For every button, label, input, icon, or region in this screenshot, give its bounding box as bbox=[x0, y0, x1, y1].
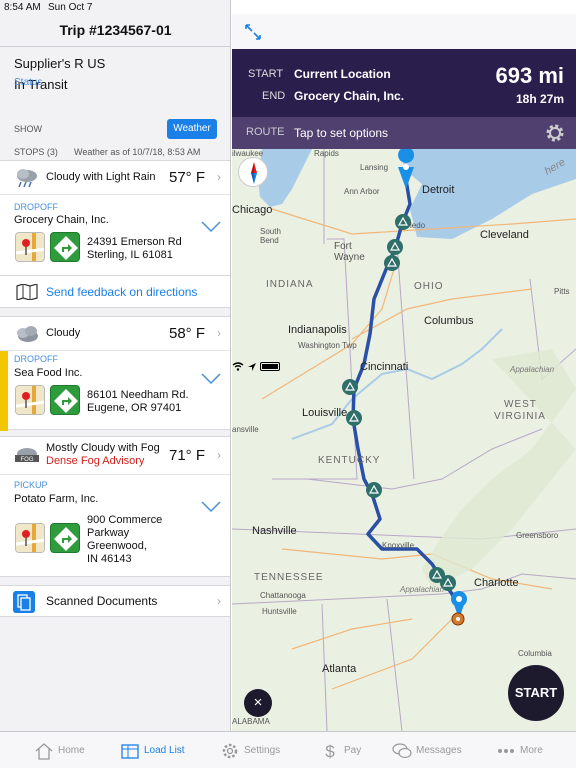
location-icon bbox=[248, 362, 256, 371]
feedback-row[interactable]: Send feedback on directions bbox=[0, 276, 230, 308]
weather-temp: 57° F bbox=[168, 169, 205, 186]
tab-bar: Home Load List Settings $ Pay Messages M… bbox=[0, 731, 576, 768]
weather-description: Cloudy with Light Rain bbox=[46, 171, 156, 183]
status-label: Status bbox=[14, 77, 43, 88]
weather-row[interactable]: FOG Mostly Cloudy with Fog Dense Fog Adv… bbox=[0, 437, 230, 475]
tab-home[interactable]: Home bbox=[34, 732, 85, 768]
load-list-icon bbox=[121, 743, 139, 759]
weather-row[interactable]: Cloudy with Light Rain 57° F › bbox=[0, 161, 230, 195]
stops-label: STOPS (3) bbox=[14, 147, 58, 157]
status-icons bbox=[232, 1, 576, 732]
stop-type: DROPOFF bbox=[14, 354, 58, 364]
tab-load-list[interactable]: Load List bbox=[120, 732, 185, 768]
chevron-right-icon: › bbox=[217, 170, 221, 184]
send-feedback-link[interactable]: Send feedback on directions bbox=[46, 285, 197, 299]
dollar-icon: $ bbox=[325, 742, 335, 761]
weather-description: Cloudy bbox=[46, 327, 81, 339]
status-time: 8:54 AM bbox=[4, 2, 41, 13]
stop-type: PICKUP bbox=[14, 480, 48, 490]
status-date: Sun Oct 7 bbox=[48, 2, 93, 13]
weather-temp: 58° F bbox=[168, 325, 205, 342]
trip-panel: Trip #1234567-01 Supplier's R US Status I… bbox=[0, 0, 231, 731]
documents-icon bbox=[13, 591, 35, 613]
weather-description: Mostly Cloudy with Fog Dense Fog Advisor… bbox=[46, 442, 160, 467]
svg-text:FOG: FOG bbox=[21, 457, 34, 463]
home-icon bbox=[35, 742, 53, 760]
chevron-down-icon[interactable] bbox=[201, 501, 221, 513]
scanned-documents-label: Scanned Documents bbox=[46, 594, 158, 608]
stop-address: 900 Commerce Parkway Greenwood, IN 46143 bbox=[87, 514, 163, 565]
stop-address: 86101 Needham Rd. Eugene, OR 97401 bbox=[87, 389, 189, 414]
tab-more[interactable]: More bbox=[496, 732, 543, 768]
maps-app-icon[interactable] bbox=[15, 523, 45, 553]
stop-name: Sea Food Inc. bbox=[14, 367, 83, 379]
weather-temp: 71° F bbox=[168, 447, 205, 464]
messages-icon bbox=[392, 742, 412, 758]
tab-messages[interactable]: Messages bbox=[392, 732, 462, 768]
chevron-down-icon[interactable] bbox=[201, 373, 221, 385]
weather-row[interactable]: Cloudy 58° F › bbox=[0, 317, 230, 351]
fog-icon: FOG bbox=[15, 448, 39, 463]
chevron-right-icon: › bbox=[217, 448, 221, 462]
svg-text:$: $ bbox=[325, 742, 335, 761]
stop-address: 24391 Emerson Rd Sterling, IL 61081 bbox=[87, 236, 182, 261]
tab-pay[interactable]: $ Pay bbox=[320, 732, 361, 768]
page-title: Trip #1234567-01 bbox=[59, 22, 172, 38]
stop-card: FOG Mostly Cloudy with Fog Dense Fog Adv… bbox=[0, 436, 230, 577]
scanned-documents-row[interactable]: Scanned Documents › bbox=[0, 585, 230, 617]
chevron-right-icon: › bbox=[217, 594, 221, 608]
map-book-icon bbox=[16, 284, 38, 300]
chevron-down-icon[interactable] bbox=[201, 221, 221, 233]
maps-app-icon[interactable] bbox=[15, 232, 45, 262]
divider bbox=[0, 46, 230, 47]
battery-icon bbox=[260, 362, 280, 371]
weather-as-of: Weather as of 10/7/18, 8:53 AM bbox=[74, 147, 201, 157]
gear-icon bbox=[222, 743, 238, 758]
show-label: SHOW bbox=[14, 124, 42, 134]
stop-type: DROPOFF bbox=[14, 202, 58, 212]
navigate-icon[interactable] bbox=[50, 385, 80, 415]
weather-button[interactable]: Weather bbox=[167, 119, 217, 139]
supplier-name: Supplier's R US bbox=[14, 56, 106, 71]
stop-card: Cloudy 58° F › DROPOFF Sea Food Inc. 861… bbox=[0, 316, 230, 431]
stop-name: Potato Farm, Inc. bbox=[14, 493, 99, 505]
navigate-icon[interactable] bbox=[50, 523, 80, 553]
cloud-icon bbox=[17, 326, 38, 342]
status-bar: 8:54 AM Sun Oct 7 bbox=[0, 0, 576, 371]
trip-status: Status In Transit bbox=[14, 77, 67, 92]
navigate-icon[interactable] bbox=[50, 232, 80, 262]
maps-app-icon[interactable] bbox=[15, 385, 45, 415]
rain-cloud-icon bbox=[17, 169, 37, 188]
stop-card: Cloudy with Light Rain 57° F › DROPOFF G… bbox=[0, 160, 230, 276]
current-stop-indicator bbox=[0, 351, 8, 431]
wifi-icon bbox=[232, 362, 244, 371]
weather-advisory: Dense Fog Advisory bbox=[46, 455, 145, 467]
more-icon bbox=[498, 748, 514, 753]
chevron-right-icon: › bbox=[217, 326, 221, 340]
tab-settings[interactable]: Settings bbox=[220, 732, 280, 768]
stop-name: Grocery Chain, Inc. bbox=[14, 214, 109, 226]
